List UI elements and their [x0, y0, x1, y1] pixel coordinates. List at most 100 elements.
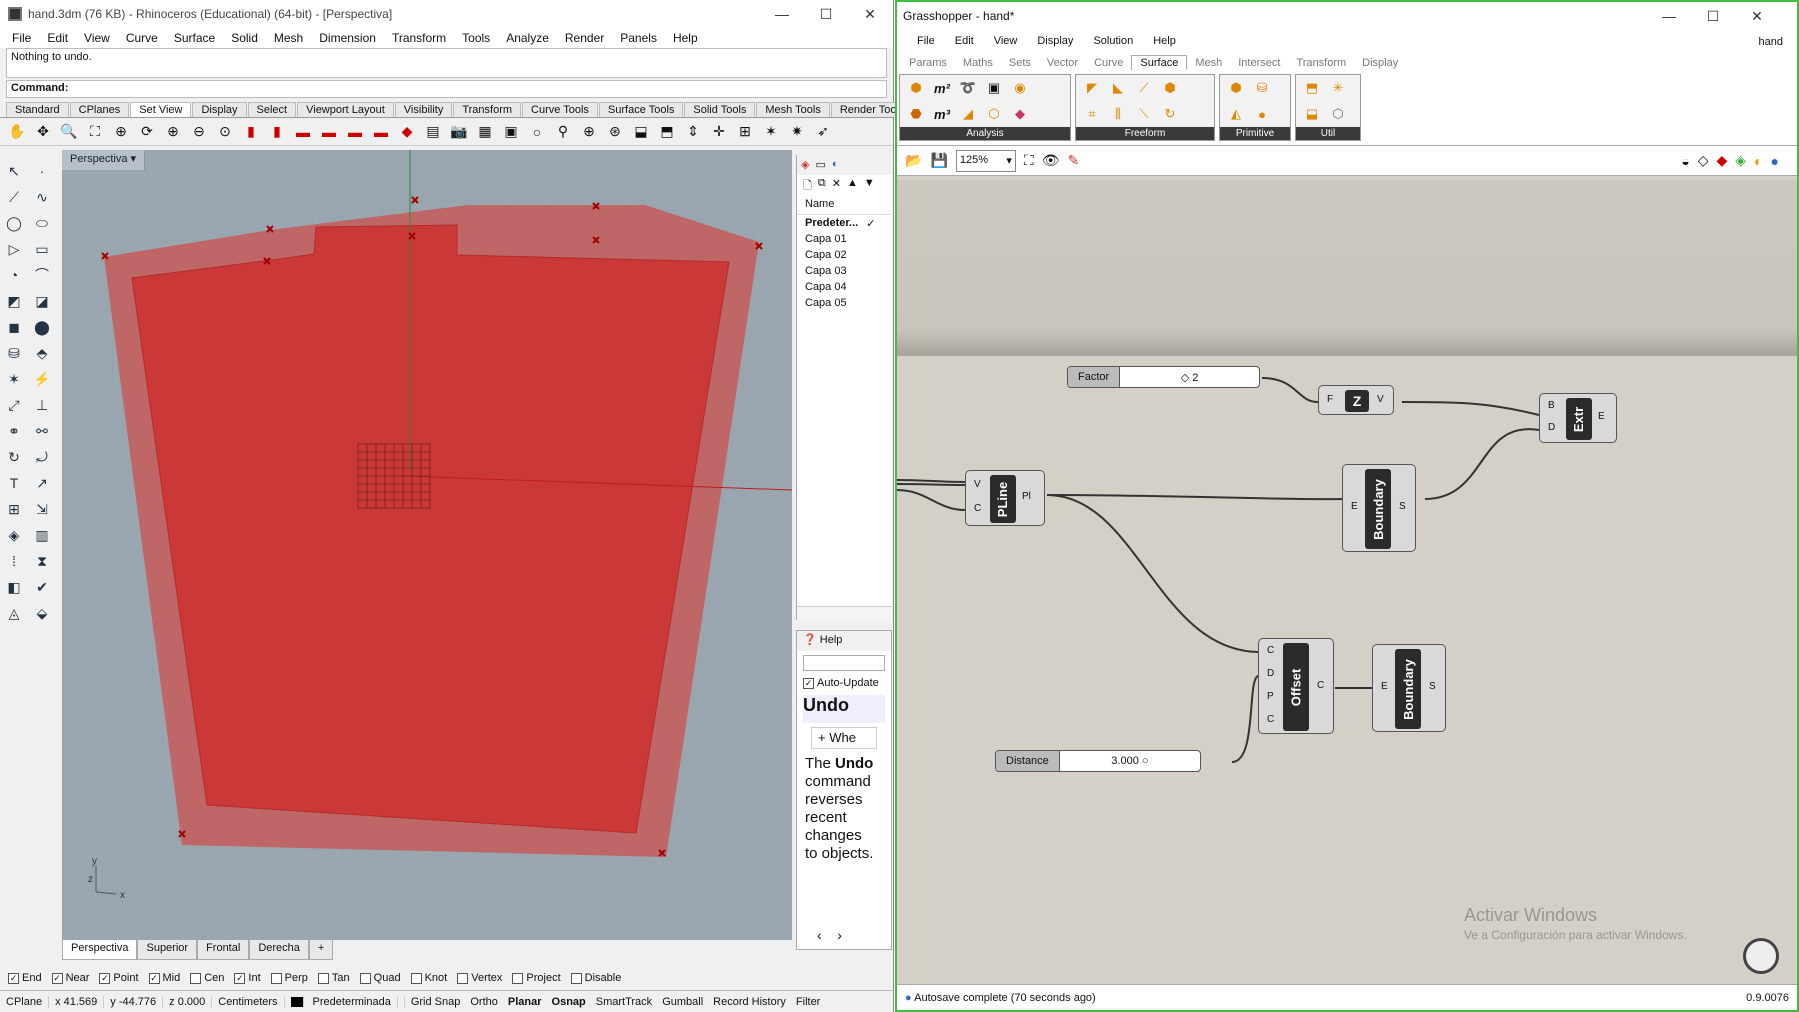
copy-layer-icon[interactable]: ⧉: [818, 177, 826, 191]
wireframe-icon[interactable]: ◇: [1698, 152, 1709, 169]
auto-update-checkbox[interactable]: ✓ Auto-Update: [797, 675, 891, 691]
menu-edit[interactable]: Edit: [39, 31, 76, 45]
delete-layer-icon[interactable]: ✕: [832, 177, 841, 191]
offset-icon[interactable]: ⤾: [30, 446, 54, 468]
save-file-icon[interactable]: 💾: [930, 152, 947, 169]
ungroup-icon[interactable]: ⚯: [30, 420, 54, 442]
offset-output[interactable]: C: [1317, 680, 1324, 691]
extrude-component[interactable]: B D Extr E: [1539, 393, 1617, 443]
command-prompt[interactable]: Command:: [6, 80, 887, 98]
tab-surface-tools[interactable]: Surface Tools: [598, 102, 684, 117]
viewport-tab-perspectiva[interactable]: Perspectiva: [62, 940, 138, 960]
gh-tab-sets[interactable]: Sets: [1001, 56, 1039, 70]
view-front-icon[interactable]: ▮: [266, 121, 288, 143]
tab-visibility[interactable]: Visibility: [394, 102, 453, 117]
mesh-icon[interactable]: ✶: [2, 368, 26, 390]
gh-tab-vector[interactable]: Vector: [1039, 56, 1086, 70]
plane-icon[interactable]: ⬓: [630, 121, 652, 143]
view-bottom-icon[interactable]: ▬: [370, 121, 392, 143]
boundary2-output-s[interactable]: S: [1429, 681, 1436, 692]
zoom-selected-icon[interactable]: ⊙: [214, 121, 236, 143]
extrude-ribbon-icon[interactable]: ⟋: [1134, 78, 1154, 98]
minimize-icon[interactable]: —: [1647, 2, 1691, 30]
cylinder2-icon[interactable]: ⛁: [1252, 78, 1272, 98]
extrude-output[interactable]: E: [1598, 411, 1605, 422]
viewport-title-tab[interactable]: Perspectiva ▾: [62, 150, 146, 170]
gh-tab-display[interactable]: Display: [1354, 56, 1406, 70]
extrude-input-b[interactable]: B: [1548, 400, 1555, 411]
paint-icon[interactable]: ⬙: [30, 602, 54, 624]
shaded-preview-icon[interactable]: ◆: [1717, 152, 1728, 169]
tab-mesh-tools[interactable]: Mesh Tools: [756, 102, 830, 117]
menu-solid[interactable]: Solid: [223, 31, 266, 45]
brep-closest-icon[interactable]: ⬣: [906, 104, 926, 124]
gh-tab-intersect[interactable]: Intersect: [1230, 56, 1288, 70]
offset-input-d[interactable]: D: [1267, 668, 1274, 679]
zoom-extents-icon[interactable]: ⛶: [1024, 152, 1034, 169]
zoom-icon[interactable]: 🔍: [58, 121, 80, 143]
loft-ribbon-icon[interactable]: ⬢: [1160, 78, 1180, 98]
layer-row[interactable]: Capa 04: [797, 279, 892, 295]
tab-solid-tools[interactable]: Solid Tools: [684, 102, 756, 117]
layer-row[interactable]: Capa 05: [797, 295, 892, 311]
boolean-icon[interactable]: ⬤: [30, 316, 54, 338]
gh-menu-view[interactable]: View: [984, 35, 1028, 47]
layers-tab-icon[interactable]: ◈: [801, 158, 809, 172]
gh-menu-file[interactable]: File: [907, 35, 945, 47]
lightning-icon[interactable]: ⚡: [30, 368, 54, 390]
render-icon[interactable]: ◈: [2, 524, 26, 546]
view-left-icon[interactable]: ▬: [344, 121, 366, 143]
dimensions-icon[interactable]: ◢: [958, 104, 978, 124]
view-perspective-icon[interactable]: ◆: [396, 121, 418, 143]
pan-icon[interactable]: ✋: [6, 121, 28, 143]
gh-tab-transform[interactable]: Transform: [1288, 56, 1354, 70]
boundary1-output-s[interactable]: S: [1399, 501, 1406, 512]
transform-icon[interactable]: ⤢: [2, 394, 26, 416]
zoom-in-icon[interactable]: ⊕: [162, 121, 184, 143]
gh-tab-params[interactable]: Params: [901, 56, 955, 70]
preview-eye-icon[interactable]: 👁: [1042, 152, 1060, 169]
gh-tab-maths[interactable]: Maths: [955, 56, 1001, 70]
cplane-indicator[interactable]: CPlane: [0, 995, 50, 1008]
is-planar-icon[interactable]: ◆: [1010, 104, 1030, 124]
status-toggle-filter[interactable]: Filter: [796, 996, 820, 1008]
gh-tab-mesh[interactable]: Mesh: [1187, 56, 1230, 70]
cap-icon[interactable]: ⬒: [1302, 78, 1322, 98]
layout-icon[interactable]: ▣: [500, 121, 522, 143]
forward-icon[interactable]: ›: [837, 927, 842, 943]
status-toggle-smarttrack[interactable]: SmartTrack: [596, 996, 652, 1008]
perspective-viewport[interactable]: y z x: [62, 150, 792, 940]
menu-mesh[interactable]: Mesh: [266, 31, 311, 45]
circle-icon[interactable]: ◯: [2, 212, 26, 234]
grid-tool-icon[interactable]: ▥: [30, 524, 54, 546]
unit-z-component[interactable]: F Z V: [1318, 385, 1394, 415]
menu-curve[interactable]: Curve: [118, 31, 166, 45]
move-down-icon[interactable]: ▼: [864, 177, 875, 191]
tab-cplanes[interactable]: CPlanes: [69, 102, 130, 117]
move-view-icon[interactable]: ✥: [32, 121, 54, 143]
osnap-quad[interactable]: Quad: [359, 972, 401, 984]
polygon-icon[interactable]: ▷: [2, 238, 26, 260]
offset-component[interactable]: C D P C Offset C: [1258, 638, 1334, 734]
volume-icon[interactable]: m³: [932, 104, 952, 124]
osnap-project[interactable]: Project: [512, 972, 561, 984]
box2-icon[interactable]: ⬢: [1226, 78, 1246, 98]
distance-slider[interactable]: Distance 3.000 ○: [995, 750, 1201, 772]
align-icon[interactable]: ⊥: [30, 394, 54, 416]
target-icon[interactable]: ⊕: [578, 121, 600, 143]
lens-icon[interactable]: ⚲: [552, 121, 574, 143]
factor-slider[interactable]: Factor ◇ 2: [1067, 366, 1260, 388]
area-icon[interactable]: m²: [932, 78, 952, 98]
properties-tab-icon[interactable]: ▭: [815, 158, 825, 172]
osnap-near[interactable]: ✓ Near: [51, 972, 89, 984]
menu-render[interactable]: Render: [557, 31, 612, 45]
tab-standard[interactable]: Standard: [6, 102, 69, 117]
status-toggle-planar[interactable]: Planar: [508, 996, 542, 1008]
edges-icon[interactable]: ⬡: [984, 104, 1004, 124]
gh-canvas[interactable]: Factor ◇ 2 F Z V B D Extr E V C PLine Pl…: [897, 180, 1797, 984]
cylinder-icon[interactable]: ⛁: [2, 342, 26, 364]
osnap-cen[interactable]: Cen: [190, 972, 224, 984]
layer-row[interactable]: Capa 03: [797, 263, 892, 279]
back-icon[interactable]: ‹: [817, 927, 822, 943]
polyline-icon[interactable]: ⟋: [2, 186, 26, 208]
